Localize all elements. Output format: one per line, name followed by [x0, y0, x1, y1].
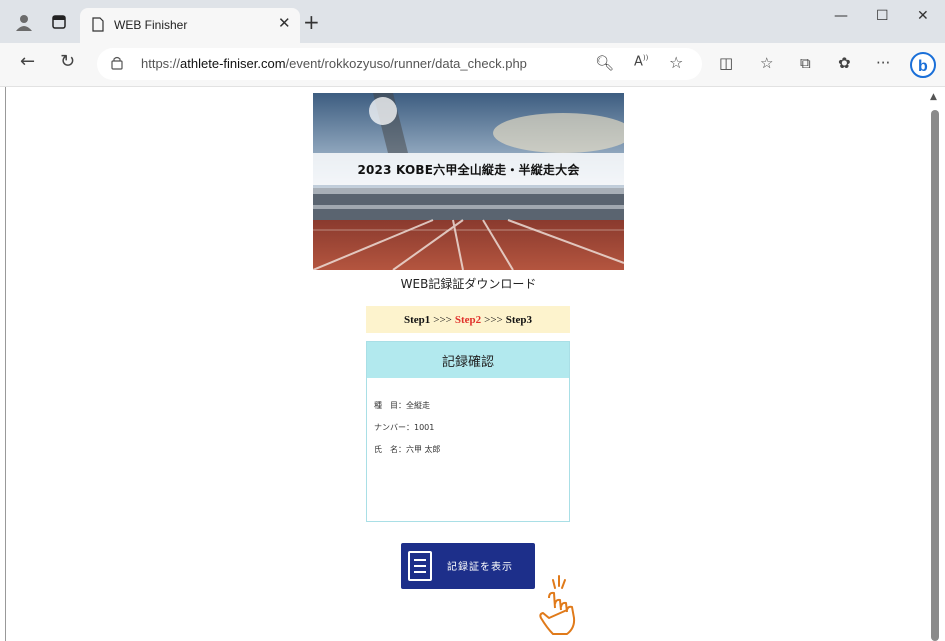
step2-label: Step2 — [454, 313, 482, 326]
svg-text:b: b — [918, 58, 928, 75]
record-confirm-card: 記録確認 種 目：全縦走 ナンバー：1001 氏 名：六甲 太郎 — [366, 341, 570, 522]
card-heading: 記録確認 — [367, 342, 569, 378]
scroll-up-icon[interactable]: ▲ — [930, 92, 937, 102]
close-tab-icon[interactable]: ✕ — [278, 14, 291, 32]
url-text: https://athlete-finiser.com/event/rokkoz… — [141, 56, 527, 71]
page-icon — [92, 17, 104, 32]
event-banner: 2023 KOBE六甲全山縦走・半縦走大会 — [313, 93, 624, 270]
favorites-list-icon[interactable]: ☆ — [760, 54, 773, 72]
minimize-icon[interactable]: — — [834, 8, 848, 24]
collections-icon[interactable]: ⧉ — [800, 54, 811, 72]
new-tab-icon[interactable]: + — [303, 10, 320, 34]
step-separator: >>> — [484, 313, 503, 326]
document-icon — [408, 551, 432, 581]
browser-title-bar: WEB Finisher ✕ + — ☐ ✕ — [0, 0, 945, 43]
maximize-icon[interactable]: ☐ — [876, 8, 889, 24]
show-certificate-label: 記録証を表示 — [447, 562, 513, 573]
step-separator: >>> — [433, 313, 452, 326]
tab-title: WEB Finisher — [114, 18, 188, 32]
step-indicator: Step1 >>> Step2 >>> Step3 — [366, 306, 570, 333]
split-screen-icon[interactable]: ◫ — [719, 54, 733, 72]
runner-name-line: 氏 名：六甲 太郎 — [374, 445, 441, 454]
tab-web-finisher[interactable]: WEB Finisher ✕ — [80, 8, 300, 43]
profile-icon[interactable] — [15, 13, 33, 31]
bing-copilot-icon[interactable]: b — [910, 52, 936, 78]
scrollbar-thumb[interactable] — [931, 110, 939, 641]
more-menu-icon[interactable]: ··· — [876, 54, 890, 72]
refresh-icon[interactable]: ↻ — [60, 51, 75, 72]
viewport-edge — [5, 87, 6, 641]
read-aloud-icon[interactable]: A)) — [634, 54, 648, 69]
browser-toolbar: ← ↻ https://athlete-finiser.com/event/ro… — [0, 43, 945, 87]
back-icon[interactable]: ← — [20, 51, 35, 72]
event-type-line: 種 目：全縦走 — [374, 401, 430, 410]
zoom-icon[interactable]: 🔍︎ — [595, 54, 614, 72]
site-info-icon[interactable] — [111, 56, 123, 70]
favorite-star-icon[interactable]: ☆ — [669, 53, 683, 72]
address-bar[interactable]: https://athlete-finiser.com/event/rokkoz… — [97, 48, 702, 80]
bib-number-line: ナンバー：1001 — [374, 423, 435, 432]
step1-label: Step1 — [403, 313, 431, 326]
workspaces-icon[interactable] — [50, 13, 68, 31]
close-window-icon[interactable]: ✕ — [917, 8, 929, 24]
hand-pointer-icon — [539, 575, 576, 635]
banner-title: 2023 KOBE六甲全山縦走・半縦走大会 — [313, 153, 624, 185]
page-subtitle: WEB記録証ダウンロード — [400, 277, 537, 291]
extension-icon[interactable]: ✿ — [838, 54, 851, 72]
show-certificate-button[interactable]: 記録証を表示 — [401, 543, 535, 589]
step3-label: Step3 — [505, 313, 533, 326]
